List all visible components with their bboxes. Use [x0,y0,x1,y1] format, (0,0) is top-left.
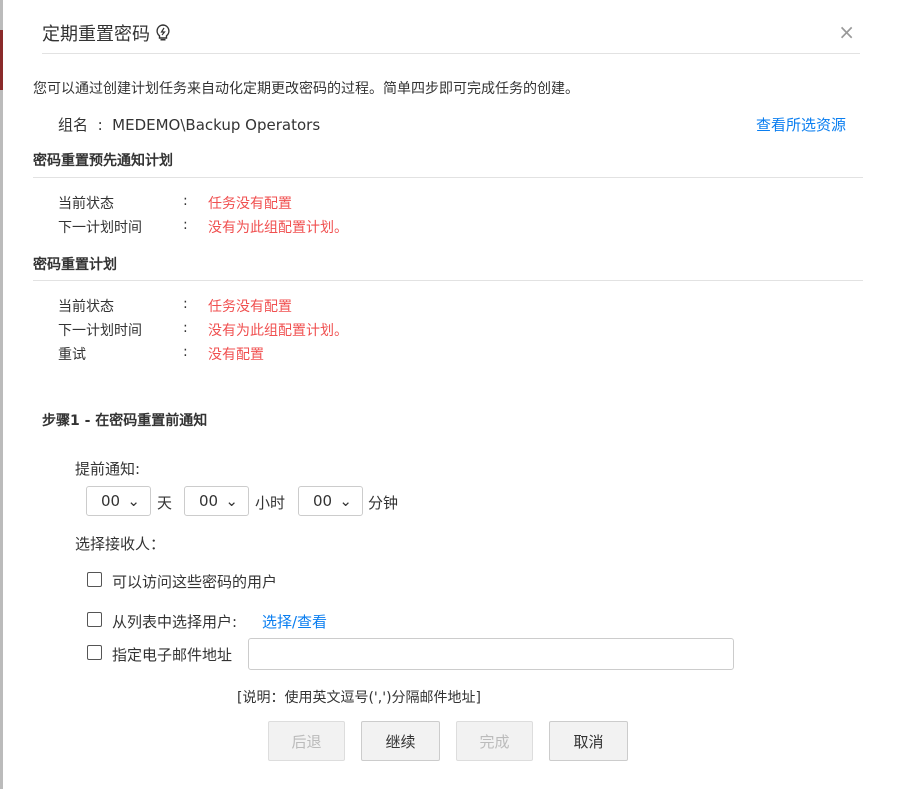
email-input[interactable] [248,638,734,670]
reset-status-value: 任务没有配置 [208,299,292,315]
step1-heading: 步骤1 - 在密码重置前通知 [42,413,208,429]
minutes-select[interactable]: 00 ⌄ [298,486,363,516]
hours-select[interactable]: 00 ⌄ [184,486,249,516]
select-from-list-label: 从列表中选择用户: [112,613,238,631]
group-label: 组名 [58,116,89,134]
divider [42,53,860,54]
reset-next-label: 下一计划时间 [58,323,142,339]
lightbulb-icon[interactable] [156,23,170,47]
notify-next-value: 没有为此组配置计划。 [208,220,348,236]
group-row: 组名 : MEDEMO\Backup Operators [58,114,320,135]
cancel-button[interactable]: 取消 [549,721,628,761]
group-sep: : [97,116,103,134]
minutes-value: 00 [313,492,333,510]
colon: : [183,344,188,360]
dialog-title-text: 定期重置密码 [42,24,150,45]
finish-button[interactable]: 完成 [456,721,533,761]
notify-status-label: 当前状态 [58,196,114,212]
notify-next-label: 下一计划时间 [58,220,142,236]
continue-button[interactable]: 继续 [361,721,440,761]
reset-status-label: 当前状态 [58,299,114,315]
intro-text: 您可以通过创建计划任务来自动化定期更改密码的过程。简单四步即可完成任务的创建。 [33,81,579,97]
group-value: MEDEMO\Backup Operators [112,116,321,134]
hours-unit: 小时 [255,494,286,512]
email-note: [说明：使用英文逗号(',')分隔邮件地址] [237,690,481,706]
select-from-list-checkbox[interactable] [87,612,102,627]
background-edge [0,0,3,789]
chevron-down-icon: ⌄ [225,492,238,510]
colon: : [183,296,188,312]
retry-label: 重试 [58,347,86,363]
chevron-down-icon: ⌄ [339,492,352,510]
days-unit: 天 [157,494,173,512]
select-view-link[interactable]: 选择/查看 [262,611,327,632]
access-users-label: 可以访问这些密码的用户 [112,573,278,591]
access-users-checkbox[interactable] [87,572,102,587]
reset-next-value: 没有为此组配置计划。 [208,323,348,339]
background-edge-accent [0,30,3,90]
notify-status-value: 任务没有配置 [208,196,292,212]
minutes-unit: 分钟 [368,494,399,512]
close-icon[interactable]: × [838,20,855,44]
divider [33,280,863,281]
chevron-down-icon: ⌄ [127,492,140,510]
back-button[interactable]: 后退 [268,721,345,761]
colon: : [183,320,188,336]
colon: : [183,217,188,233]
recipients-label: 选择接收人： [75,535,166,553]
dialog-title: 定期重置密码 [42,20,170,47]
reset-plan-heading: 密码重置计划 [33,257,117,273]
divider [33,177,863,178]
email-checkbox[interactable] [87,645,102,660]
advance-notice-label: 提前通知: [75,460,141,478]
colon: : [183,193,188,209]
hours-value: 00 [199,492,219,510]
email-label: 指定电子邮件地址 [112,646,233,664]
days-value: 00 [101,492,121,510]
view-resources-link[interactable]: 查看所选资源 [756,114,846,135]
days-select[interactable]: 00 ⌄ [86,486,151,516]
retry-value: 没有配置 [208,347,264,363]
notify-plan-heading: 密码重置预先通知计划 [33,153,173,169]
